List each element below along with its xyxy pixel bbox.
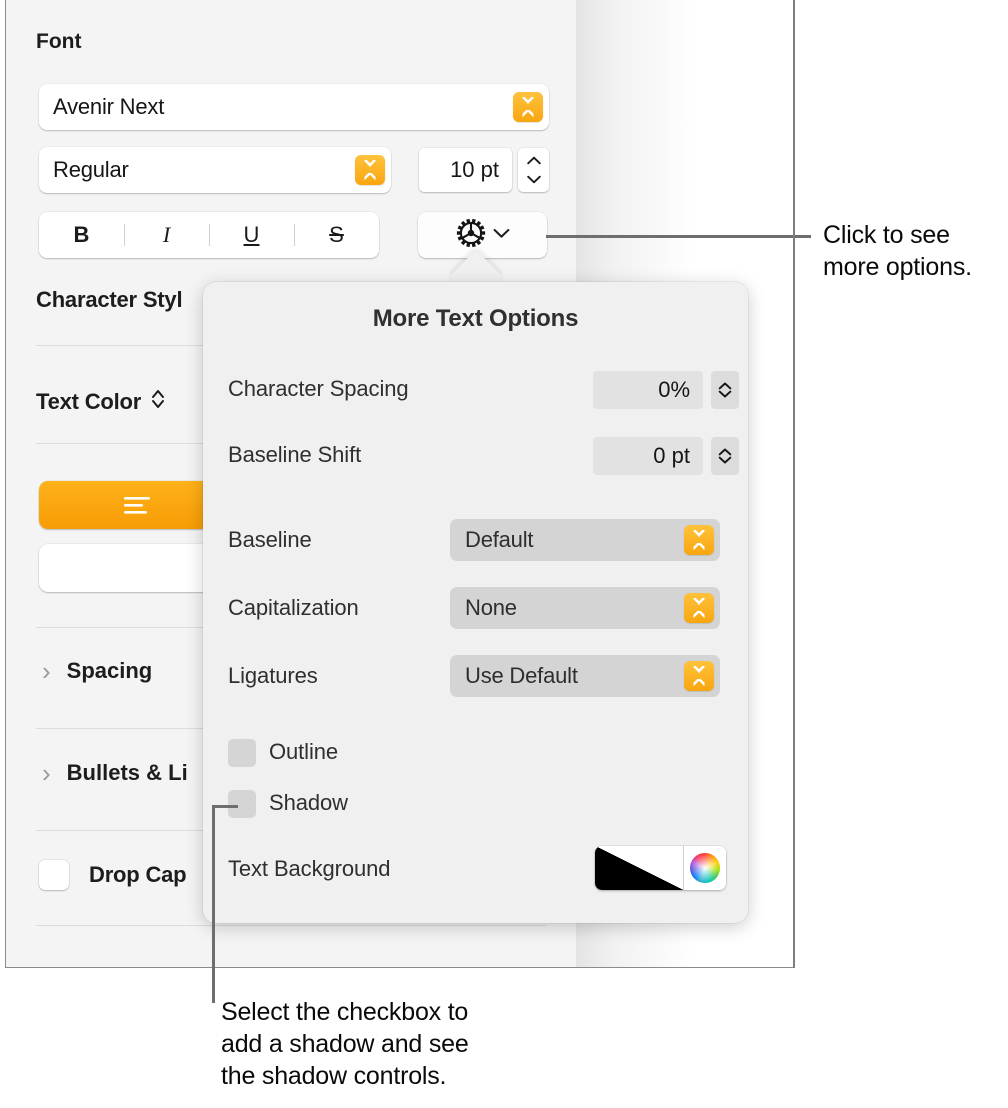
ligatures-label: Ligatures (228, 663, 318, 689)
text-background-label: Text Background (228, 856, 390, 882)
strikethrough-button[interactable]: S (294, 222, 379, 248)
text-style-segmented-control[interactable]: B I U S (39, 212, 379, 258)
drop-cap-label: Drop Cap (89, 862, 186, 888)
gear-icon (456, 218, 486, 253)
chevron-right-icon: › (42, 658, 51, 684)
outline-label: Outline (269, 739, 338, 765)
character-styles-label: Character Styl (36, 287, 182, 313)
more-text-options-popover: More Text Options Character Spacing 0% B… (203, 282, 748, 923)
screenshot-stage: Font Avenir Next Regular 10 pt (0, 0, 1008, 1108)
chevron-down-icon[interactable] (718, 385, 732, 403)
chevron-up-icon[interactable] (527, 156, 541, 165)
character-spacing-value: 0% (658, 377, 690, 403)
disclosure-bullets[interactable]: › Bullets & Li (42, 760, 188, 786)
baseline-select[interactable]: Default (450, 519, 720, 561)
callout-gear-text: Click to see more options. (823, 219, 1008, 283)
up-down-chevron-icon[interactable] (684, 525, 714, 555)
capitalization-label: Capitalization (228, 595, 359, 621)
up-down-chevron-icon[interactable] (355, 155, 385, 185)
color-wheel-button[interactable] (683, 846, 726, 890)
callout-leader-shadow-horizontal (212, 805, 238, 808)
ligatures-select[interactable]: Use Default (450, 655, 720, 697)
callout-gear-line2: more options. (823, 251, 1008, 283)
chevron-down-icon[interactable] (527, 175, 541, 184)
divider (36, 925, 546, 926)
callout-shadow-line1: Select the checkbox to (221, 996, 561, 1028)
font-size-value: 10 pt (450, 157, 499, 183)
font-style-value: Regular (39, 157, 355, 183)
callout-leader-shadow-vertical (212, 805, 215, 1003)
baseline-shift-stepper[interactable] (711, 437, 739, 475)
text-color-row[interactable]: Text Color (36, 387, 166, 416)
font-style-select[interactable]: Regular (39, 147, 391, 193)
baseline-shift-input[interactable]: 0 pt (593, 437, 703, 475)
ligatures-value: Use Default (450, 663, 684, 689)
font-family-select[interactable]: Avenir Next (39, 84, 549, 130)
color-wheel-icon (690, 853, 720, 883)
callout-gear-line1: Click to see (823, 219, 1008, 251)
chevron-down-icon (493, 226, 510, 244)
up-down-chevron-icon[interactable] (684, 593, 714, 623)
shadow-checkbox[interactable] (228, 790, 256, 818)
font-family-value: Avenir Next (39, 94, 513, 120)
outline-checkbox[interactable] (228, 739, 256, 767)
up-down-chevron-icon[interactable] (684, 661, 714, 691)
font-size-input[interactable]: 10 pt (419, 148, 512, 192)
character-spacing-label: Character Spacing (228, 376, 409, 402)
popover-title: More Text Options (203, 305, 748, 333)
up-down-chevron-icon[interactable] (150, 387, 166, 416)
drop-cap-row[interactable]: Drop Cap (39, 860, 186, 890)
baseline-value: Default (450, 527, 684, 553)
shadow-label: Shadow (269, 790, 348, 816)
font-size-stepper[interactable] (518, 148, 549, 192)
italic-button[interactable]: I (124, 222, 209, 248)
disclosure-bullets-label: Bullets & Li (67, 760, 188, 786)
more-text-options-button[interactable] (418, 212, 547, 258)
character-spacing-input[interactable]: 0% (593, 371, 703, 409)
chevron-down-icon[interactable] (718, 451, 732, 469)
text-color-label: Text Color (36, 389, 141, 415)
bold-button[interactable]: B (39, 222, 124, 248)
window-edge-line (793, 0, 795, 968)
callout-shadow-line2: add a shadow and see (221, 1028, 561, 1060)
capitalization-select[interactable]: None (450, 587, 720, 629)
baseline-shift-label: Baseline Shift (228, 442, 361, 468)
underline-button[interactable]: U (209, 222, 294, 248)
drop-cap-checkbox[interactable] (39, 860, 69, 890)
callout-shadow-line3: the shadow controls. (221, 1060, 561, 1092)
callout-shadow-text: Select the checkbox to add a shadow and … (221, 996, 561, 1092)
capitalization-value: None (450, 595, 684, 621)
disclosure-spacing-label: Spacing (67, 658, 153, 684)
black-white-diagonal-swatch[interactable] (595, 846, 683, 890)
character-spacing-stepper[interactable] (711, 371, 739, 409)
up-down-chevron-icon[interactable] (513, 92, 543, 122)
baseline-label: Baseline (228, 527, 312, 553)
chevron-right-icon: › (42, 760, 51, 786)
text-background-color-well[interactable] (595, 846, 726, 890)
disclosure-spacing[interactable]: › Spacing (42, 658, 152, 684)
baseline-shift-value: 0 pt (653, 443, 690, 469)
font-section-heading: Font (36, 30, 81, 54)
callout-leader-gear (546, 235, 811, 238)
